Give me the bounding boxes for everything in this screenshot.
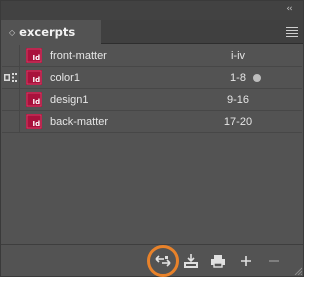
modified-indicator-icon [253,74,261,82]
svg-text:Id: Id [33,54,41,62]
add-document-icon[interactable] [236,251,256,271]
style-source-icon [4,73,17,82]
document-name: design1 [50,94,89,106]
document-name: front-matter [50,50,107,62]
indesign-document-icon: Id [26,70,42,85]
list-item[interactable]: Id color1 1-8 [2,67,302,89]
panel-footer-toolbar [1,244,303,277]
indesign-document-icon: Id [26,48,42,63]
tab-label: excerpts [19,25,76,39]
document-page-range: 9-16 [226,94,250,106]
svg-text:Id: Id [33,76,41,84]
list-item[interactable]: Id front-matter i-iv [2,45,302,67]
tab-excerpts[interactable]: ◇ excerpts [1,20,101,44]
remove-document-icon[interactable] [264,251,284,271]
svg-text:Id: Id [33,120,41,128]
collapse-panel-button[interactable]: ‹‹ [283,4,295,15]
list-item[interactable]: Id back-matter 17-20 [2,111,302,133]
book-document-list: Id front-matter i-iv Id color1 1-8 Id de… [2,45,302,133]
indesign-document-icon: Id [26,92,42,107]
document-name: color1 [50,72,80,84]
print-book-icon[interactable] [208,251,228,271]
document-status [2,111,20,133]
panel-title-bar: ‹‹ [1,1,303,20]
save-book-icon[interactable] [181,251,201,271]
svg-text:Id: Id [33,98,41,106]
document-page-range: 17-20 [223,116,253,128]
document-page-range: i-iv [230,50,246,62]
tab-expand-icon: ◇ [9,28,16,37]
synchronize-styles-icon[interactable] [153,251,173,271]
book-panel: ‹‹ ◇ excerpts Id front-matter i-iv Id co… [0,0,304,277]
resize-grip-icon[interactable] [294,267,302,275]
indesign-document-icon: Id [26,114,42,129]
document-name: back-matter [50,116,109,128]
list-item[interactable]: Id design1 9-16 [2,89,302,111]
panel-menu-icon[interactable] [286,27,298,37]
document-page-range: 1-8 [230,72,246,84]
panel-tab-bar: ◇ excerpts [1,20,303,44]
document-status [2,45,20,67]
document-status [2,89,20,111]
document-status [2,67,20,89]
